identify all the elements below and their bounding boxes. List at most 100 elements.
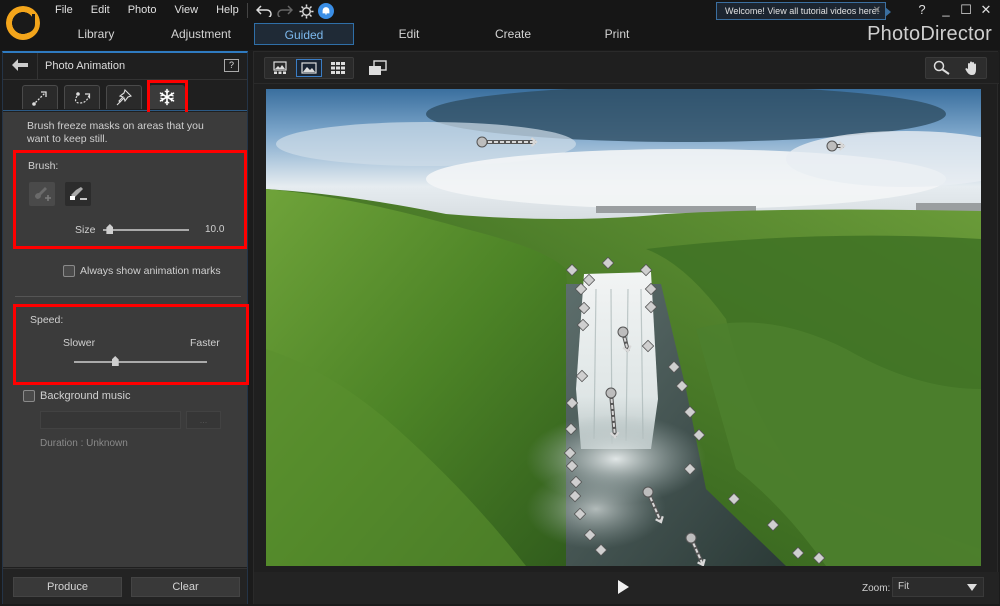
menu-help[interactable]: Help bbox=[216, 4, 249, 16]
menu-file[interactable]: File bbox=[55, 4, 83, 16]
brush-add-button[interactable] bbox=[29, 182, 55, 206]
welcome-tooltip[interactable]: Welcome! View all tutorial videos here! … bbox=[716, 2, 891, 20]
motion-arrow[interactable] bbox=[685, 532, 706, 566]
anchor-point[interactable] bbox=[812, 551, 826, 565]
header-separator bbox=[37, 53, 38, 80]
tab-create[interactable]: Create bbox=[464, 23, 562, 45]
brush-size-value: 10.0 bbox=[205, 224, 225, 235]
play-icon[interactable] bbox=[618, 580, 629, 594]
anchor-point[interactable] bbox=[565, 396, 579, 410]
tab-library[interactable]: Library bbox=[50, 23, 142, 45]
minimize-button[interactable]: _ bbox=[938, 2, 954, 17]
anchor-point[interactable] bbox=[568, 489, 582, 503]
close-button[interactable]: ✕ bbox=[978, 2, 994, 18]
pan-tool-icon[interactable] bbox=[958, 59, 986, 77]
pin-icon bbox=[116, 88, 132, 105]
always-show-marks-label: Always show animation marks bbox=[80, 265, 221, 277]
zoom-select[interactable]: Fit bbox=[892, 577, 984, 597]
anchor-point[interactable] bbox=[574, 282, 588, 296]
snowflake-icon bbox=[159, 88, 175, 106]
grid-view-icon[interactable] bbox=[325, 59, 351, 77]
anchor-point[interactable] bbox=[791, 546, 805, 560]
bell-icon[interactable] bbox=[318, 3, 334, 19]
anchor-point[interactable] bbox=[564, 422, 578, 436]
motion-arrow[interactable] bbox=[642, 486, 664, 524]
motion-arrow[interactable] bbox=[826, 140, 846, 152]
menu-bar: File Edit Photo View Help bbox=[55, 4, 257, 16]
anchor-pin-tab[interactable] bbox=[106, 85, 142, 109]
gear-icon[interactable] bbox=[297, 2, 315, 20]
menu-photo[interactable]: Photo bbox=[128, 4, 167, 16]
compare-icon[interactable] bbox=[366, 58, 390, 78]
anchor-point[interactable] bbox=[727, 492, 741, 506]
clear-button[interactable]: Clear bbox=[131, 577, 240, 597]
anchor-point[interactable] bbox=[577, 301, 591, 315]
anchor-point[interactable] bbox=[639, 263, 653, 277]
anchor-point[interactable] bbox=[675, 379, 689, 393]
chevron-down-icon bbox=[967, 584, 977, 591]
help-button[interactable]: ? bbox=[914, 2, 930, 17]
anchor-point[interactable] bbox=[641, 339, 655, 353]
path-motion-tab[interactable] bbox=[64, 85, 100, 109]
canvas-tools-group bbox=[925, 57, 987, 79]
panel-body: Brush freeze masks on areas that you wan… bbox=[3, 112, 247, 567]
anchor-point[interactable] bbox=[683, 405, 697, 419]
anchor-point[interactable] bbox=[692, 428, 706, 442]
anchor-point[interactable] bbox=[576, 318, 590, 332]
anchor-point[interactable] bbox=[565, 459, 579, 473]
brush-size-slider-thumb[interactable] bbox=[106, 224, 114, 234]
maximize-button[interactable]: ☐ bbox=[958, 2, 974, 18]
anchor-point[interactable] bbox=[573, 507, 587, 521]
anchor-point[interactable] bbox=[563, 446, 577, 460]
background-music-label: Background music bbox=[40, 390, 131, 402]
menu-view[interactable]: View bbox=[174, 4, 208, 16]
brush-erase-button[interactable] bbox=[65, 182, 91, 206]
speed-faster-label: Faster bbox=[190, 337, 220, 349]
music-browse-button: ... bbox=[186, 411, 221, 429]
anchor-point[interactable] bbox=[766, 518, 780, 532]
speed-slider-thumb[interactable] bbox=[111, 356, 119, 366]
filmstrip-view-icon[interactable] bbox=[267, 59, 293, 77]
always-show-marks-checkbox[interactable] bbox=[63, 265, 75, 277]
anchor-point[interactable] bbox=[583, 528, 597, 542]
zoom-tool-icon[interactable] bbox=[928, 59, 956, 77]
tab-adjustment[interactable]: Adjustment bbox=[152, 23, 250, 45]
anchor-point[interactable] bbox=[644, 300, 658, 314]
redo-icon[interactable] bbox=[276, 2, 294, 20]
motion-arrow-tab[interactable] bbox=[22, 85, 58, 109]
single-view-icon[interactable] bbox=[296, 59, 322, 77]
motion-arrow[interactable] bbox=[617, 326, 632, 353]
tab-print[interactable]: Print bbox=[568, 23, 666, 45]
anchor-point[interactable] bbox=[594, 543, 608, 557]
anchor-point[interactable] bbox=[601, 256, 615, 270]
close-icon[interactable]: ✕ bbox=[873, 3, 881, 19]
freeze-mask-tab[interactable] bbox=[149, 85, 185, 109]
anchor-point[interactable] bbox=[644, 282, 658, 296]
photo-canvas[interactable] bbox=[266, 89, 981, 566]
section-divider bbox=[15, 296, 241, 297]
anchor-point[interactable] bbox=[683, 462, 697, 476]
help-video-icon[interactable]: ? bbox=[224, 59, 239, 72]
brush-size-slider[interactable] bbox=[103, 229, 189, 231]
path-motion-icon bbox=[74, 91, 91, 104]
menu-edit[interactable]: Edit bbox=[91, 4, 120, 16]
produce-button[interactable]: Produce bbox=[13, 577, 122, 597]
music-duration: Duration : Unknown bbox=[40, 438, 128, 449]
anchor-point[interactable] bbox=[569, 475, 583, 489]
tab-guided[interactable]: Guided bbox=[254, 23, 354, 45]
anchor-point[interactable] bbox=[575, 369, 589, 383]
back-arrow-icon[interactable] bbox=[11, 58, 31, 74]
anchor-point[interactable] bbox=[667, 360, 681, 374]
background-music-checkbox[interactable] bbox=[23, 390, 35, 402]
tab-edit[interactable]: Edit bbox=[360, 23, 458, 45]
speed-slider[interactable] bbox=[74, 361, 207, 363]
undo-icon[interactable] bbox=[255, 2, 273, 20]
brush-erase-icon bbox=[70, 187, 87, 200]
menu-divider bbox=[247, 3, 248, 18]
motion-arrow[interactable] bbox=[605, 387, 620, 439]
anchor-point[interactable] bbox=[582, 273, 596, 287]
anchor-point[interactable] bbox=[565, 263, 579, 277]
motion-arrow[interactable] bbox=[476, 136, 538, 148]
brush-add-icon bbox=[35, 187, 51, 201]
photo-animation-panel: Photo Animation ? Brush freeze masks on … bbox=[2, 51, 249, 604]
